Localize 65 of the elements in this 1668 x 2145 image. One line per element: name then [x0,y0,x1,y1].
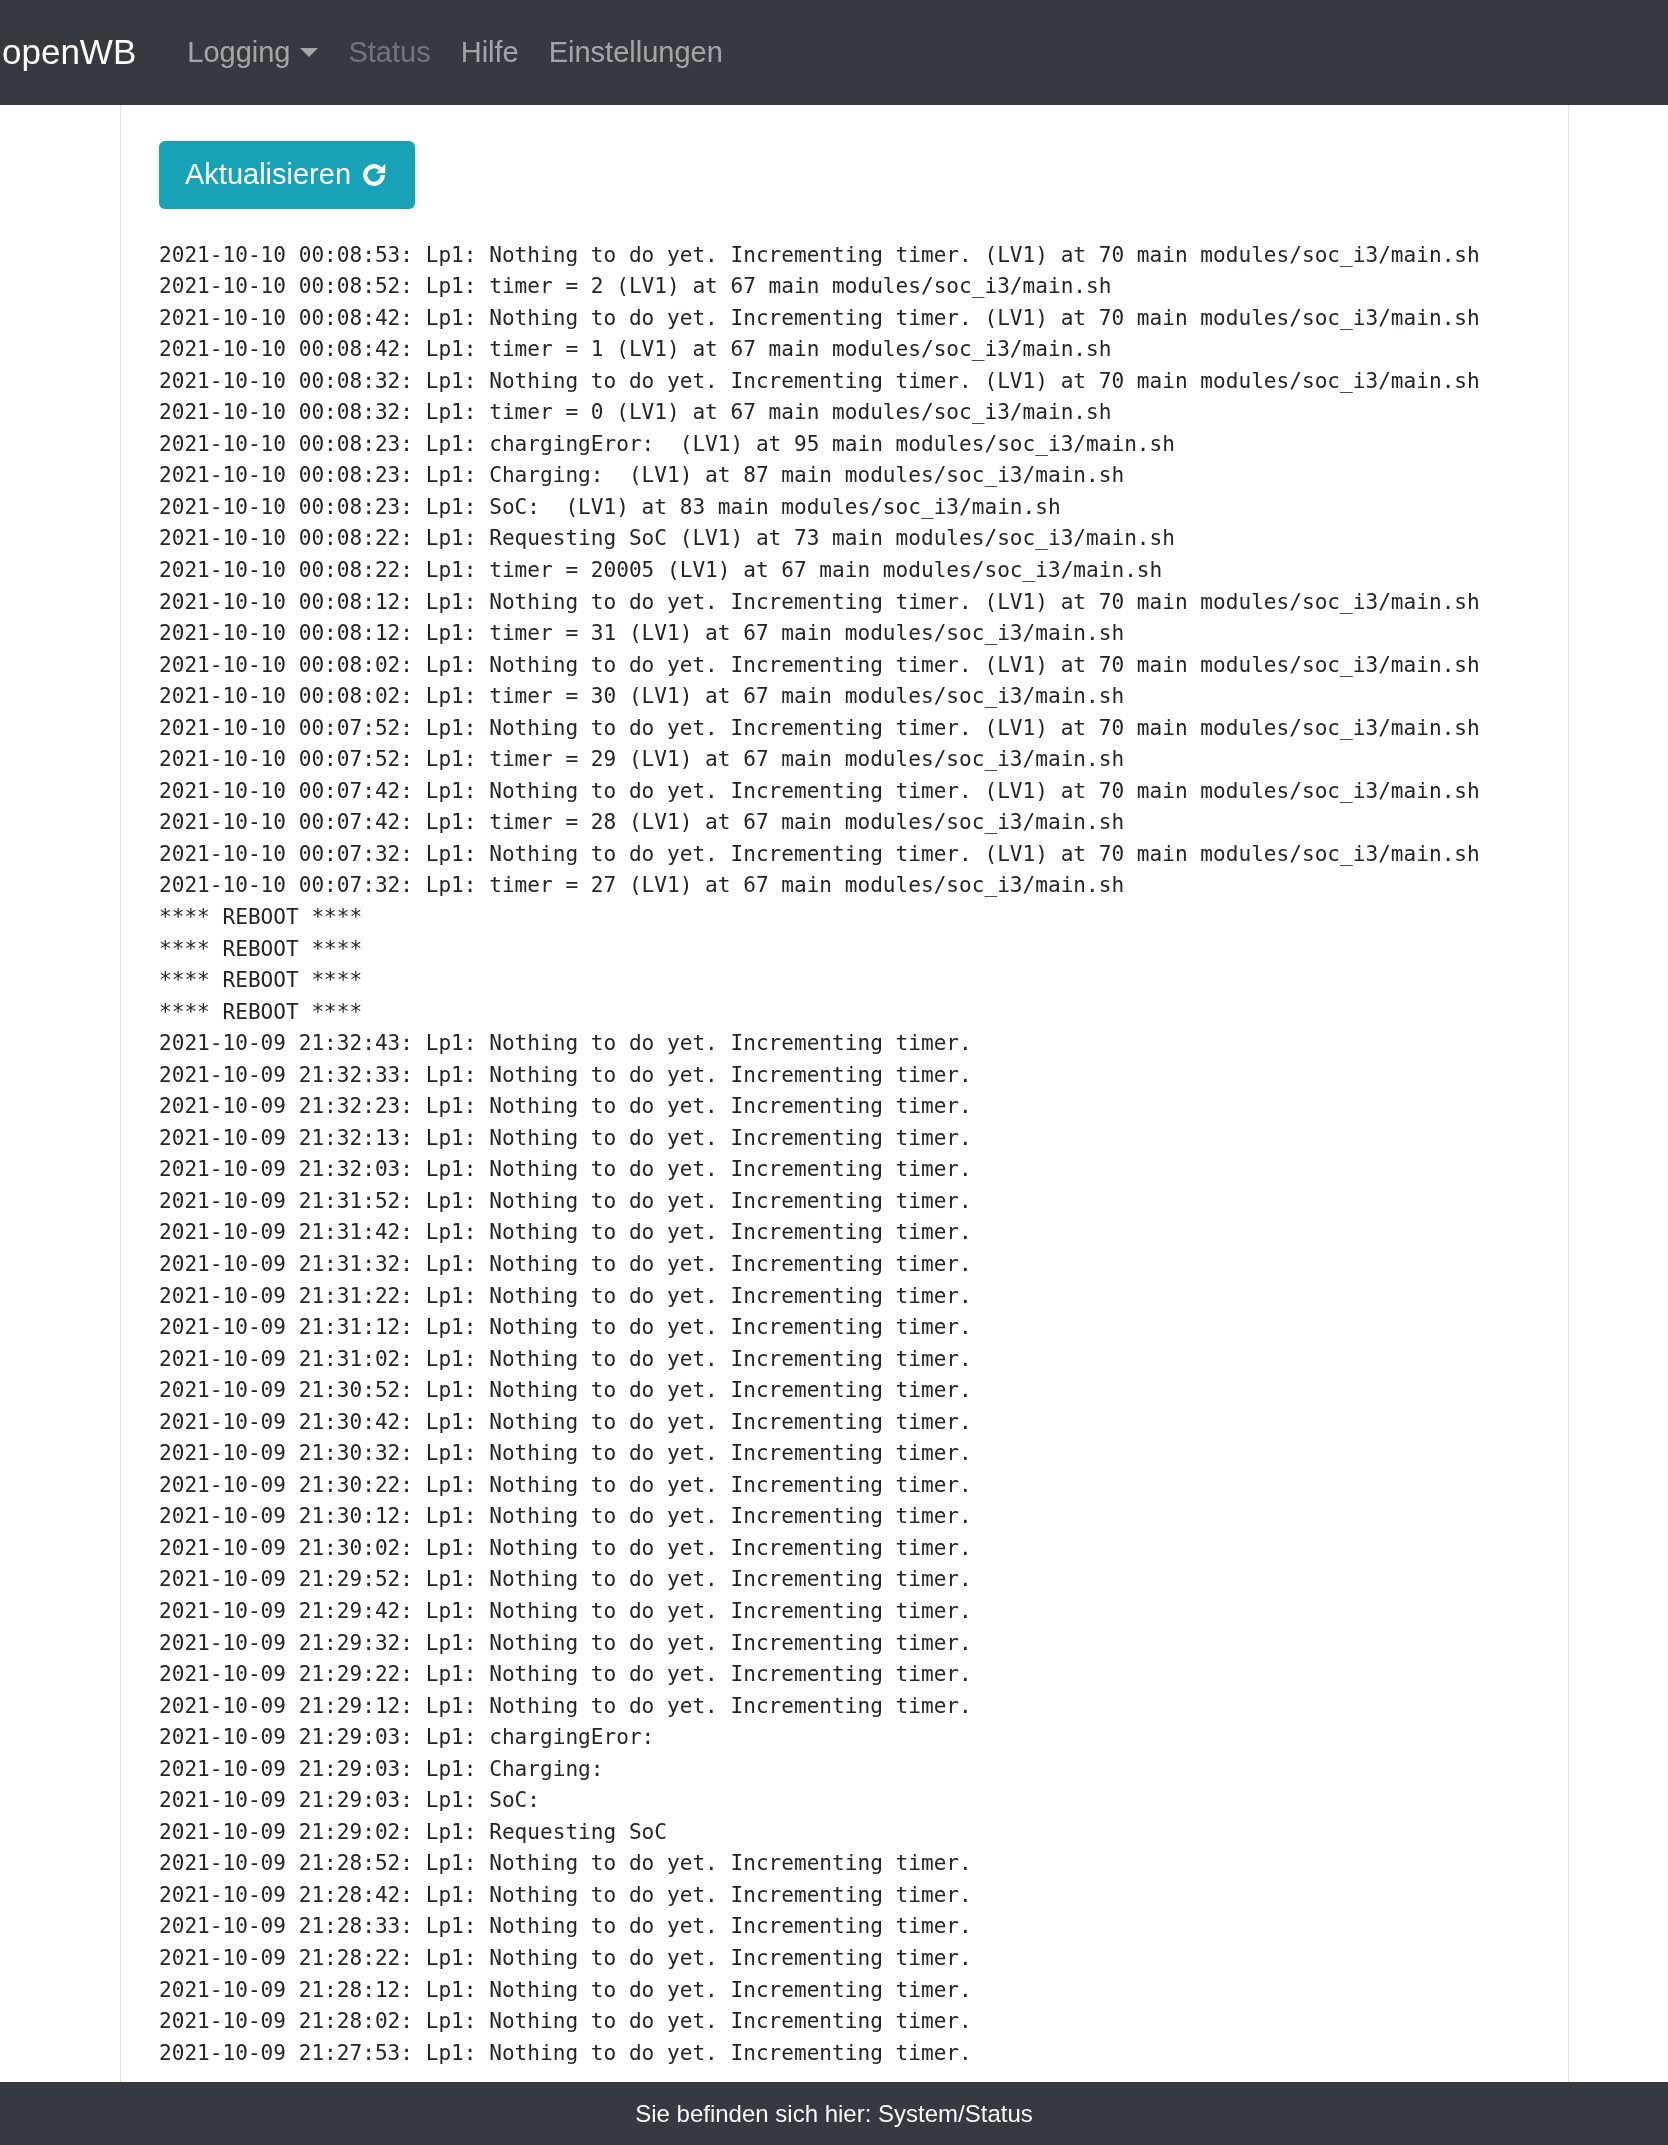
log-line: 2021-10-09 21:31:52: Lp1: Nothing to do yet. Incrementing timer. [159,1186,972,1215]
log-line: 2021-10-09 21:27:53: Lp1: Nothing to do yet. Incrementing timer. [159,2038,972,2067]
log-line: 2021-10-09 21:31:42: Lp1: Nothing to do yet. Incrementing timer. [159,1218,972,1247]
log-line: 2021-10-10 00:08:02: Lp1: timer = 30 (LV1) at 67 main modules/soc_i3/main.sh [159,682,1125,711]
log-line: 2021-10-10 00:07:42: Lp1: timer = 28 (LV1) at 67 main modules/soc_i3/main.sh [159,808,1125,837]
caret-icon [300,48,319,57]
nav-link[interactable]: Einstellungen [533,30,738,75]
log-line: 2021-10-10 00:08:12: Lp1: timer = 31 (LV1) at 67 main modules/soc_i3/main.sh [159,619,1125,648]
log-line: **** REBOOT **** [159,997,363,1026]
log-line: 2021-10-09 21:32:13: Lp1: Nothing to do yet. Incrementing timer. [159,1123,972,1152]
log-line: **** REBOOT **** [159,903,363,931]
log-line: 2021-10-09 21:28:42: Lp1: Nothing to do yet. Incrementing timer. [159,1880,972,1909]
log-line: 2021-10-10 00:08:42: Lp1: Nothing to do yet. Incrementing timer. (LV1) at 70 main modules/soc_i3/main.sh [159,303,1480,332]
log-line: 2021-10-09 21:29:42: Lp1: Nothing to do yet. Incrementing timer. [159,1597,972,1625]
breadcrumb-text: Sie befinden sich hier: System/Status [635,2098,1033,2129]
log-line: 2021-10-09 21:29:12: Lp1: Nothing to do yet. Incrementing timer. [159,1691,972,1720]
log-line: 2021-10-10 00:08:42: Lp1: timer = 1 (LV1) at 67 main modules/soc_i3/main.sh [159,335,1112,364]
log-line: 2021-10-09 21:28:22: Lp1: Nothing to do yet. Incrementing timer. [159,1944,972,1973]
log-line: 2021-10-09 21:28:02: Lp1: Nothing to do yet. Incrementing timer. [159,2007,972,2036]
log-line: 2021-10-09 21:31:22: Lp1: Nothing to do yet. Incrementing timer. [159,1281,972,1310]
log-line: 2021-10-10 00:08:32: Lp1: Nothing to do yet. Incrementing timer. (LV1) at 70 main modules/soc_i3/main.sh [159,366,1480,395]
log-line: 2021-10-10 00:07:52: Lp1: Nothing to do yet. Incrementing timer. (LV1) at 70 main modules/soc_i3/main.sh [159,713,1480,742]
dropdown-toggle[interactable]: Logging [172,30,334,75]
log-line: 2021-10-09 21:30:22: Lp1: Nothing to do yet. Incrementing timer. [159,1470,972,1499]
log-line: 2021-10-10 00:08:32: Lp1: timer = 0 (LV1) at 67 main modules/soc_i3/main.sh [159,398,1112,427]
log-line: 2021-10-09 21:32:23: Lp1: Nothing to do yet. Incrementing timer. [159,1092,972,1121]
log-line: 2021-10-09 21:30:52: Lp1: Nothing to do yet. Incrementing timer. [159,1376,972,1405]
log-line: 2021-10-10 00:07:32: Lp1: Nothing to do yet. Incrementing timer. (LV1) at 70 main modules/soc_i3/main.sh [159,839,1480,868]
log-line: 2021-10-09 21:32:03: Lp1: Nothing to do yet. Incrementing timer. [159,1155,972,1184]
log-line: 2021-10-09 21:30:42: Lp1: Nothing to do yet. Incrementing timer. [159,1407,972,1436]
log-line: 2021-10-09 21:28:12: Lp1: Nothing to do yet. Incrementing timer. [159,1975,972,2004]
log-line: 2021-10-10 00:08:53: Lp1: Nothing to do yet. Incrementing timer. (LV1) at 70 main modules/soc_i3/main.sh [159,240,1480,269]
log-line: 2021-10-10 00:08:12: Lp1: Nothing to do yet. Incrementing timer. (LV1) at 70 main modules/soc_i3/main.sh [159,587,1480,616]
log-line: 2021-10-09 21:28:33: Lp1: Nothing to do yet. Incrementing timer. [159,1912,972,1941]
log-line: 2021-10-10 00:08:22: Lp1: timer = 20005 (LV1) at 67 main modules/soc_i3/main.sh [159,555,1163,584]
log-line: 2021-10-09 21:30:32: Lp1: Nothing to do yet. Incrementing timer. [159,1439,972,1468]
log-line: 2021-10-09 21:28:52: Lp1: Nothing to do yet. Incrementing timer. [159,1849,972,1878]
log-line: 2021-10-10 00:08:22: Lp1: Requesting SoC (LV1) at 73 main modules/soc_i3/main.sh [159,524,1175,553]
log-line: 2021-10-10 00:07:32: Lp1: timer = 27 (LV1) at 67 main modules/soc_i3/main.sh [159,871,1125,900]
log-line: 2021-10-09 21:32:43: Lp1: Nothing to do yet. Incrementing timer. [159,1029,972,1058]
log-line: 2021-10-09 21:31:32: Lp1: Nothing to do yet. Incrementing timer. [159,1250,972,1278]
log-line: 2021-10-09 21:29:02: Lp1: Requesting SoC [159,1817,667,1846]
log-line: 2021-10-09 21:30:02: Lp1: Nothing to do yet. Incrementing timer. [159,1533,972,1562]
log-line: 2021-10-10 00:08:23: Lp1: Charging: (LV1) at 87 main modules/soc_i3/main.sh [159,461,1125,490]
log-line: 2021-10-09 21:31:12: Lp1: Nothing to do yet. Incrementing timer. [159,1313,972,1342]
brand-link[interactable]: openWB [2,26,137,79]
log-line: 2021-10-09 21:29:32: Lp1: Nothing to do yet. Incrementing timer. [159,1628,972,1657]
log-line: 2021-10-09 21:30:12: Lp1: Nothing to do yet. Incrementing timer. [159,1502,972,1531]
log-line: 2021-10-10 00:08:52: Lp1: timer = 2 (LV1) at 67 main modules/soc_i3/main.sh [159,272,1112,301]
log-line: 2021-10-09 21:29:03: Lp1: Charging: [159,1754,604,1783]
log-line: 2021-10-09 21:31:02: Lp1: Nothing to do yet. Incrementing timer. [159,1344,972,1373]
nav-link[interactable]: Hilfe [445,30,534,75]
log-line: 2021-10-09 21:29:52: Lp1: Nothing to do yet. Incrementing timer. [159,1565,972,1594]
log-line: 2021-10-09 21:32:33: Lp1: Nothing to do yet. Incrementing timer. [159,1060,972,1089]
log-line: 2021-10-10 00:07:42: Lp1: Nothing to do yet. Incrementing timer. (LV1) at 70 main modules/soc_i3/main.sh [159,776,1480,805]
refresh-button[interactable]: Aktualisieren [159,141,416,209]
log-line: 2021-10-10 00:08:23: Lp1: SoC: (LV1) at 83 main modules/soc_i3/main.sh [159,492,1061,521]
log-line: 2021-10-09 21:29:22: Lp1: Nothing to do yet. Incrementing timer. [159,1660,972,1689]
log-line: 2021-10-10 00:08:23: Lp1: chargingEror: (LV1) at 95 main modules/soc_i3/main.sh [159,429,1175,458]
log-line: 2021-10-10 00:07:52: Lp1: timer = 29 (LV1) at 67 main modules/soc_i3/main.sh [159,745,1125,774]
log-line: 2021-10-09 21:29:03: Lp1: chargingEror: [159,1723,655,1752]
log-line: **** REBOOT **** [159,934,363,963]
log-line: 2021-10-10 00:08:02: Lp1: Nothing to do yet. Incrementing timer. (LV1) at 70 main modules/soc_i3/main.sh [159,650,1480,679]
log-line: 2021-10-09 21:29:03: Lp1: SoC: [159,1786,540,1815]
log-line: **** REBOOT **** [159,966,363,995]
